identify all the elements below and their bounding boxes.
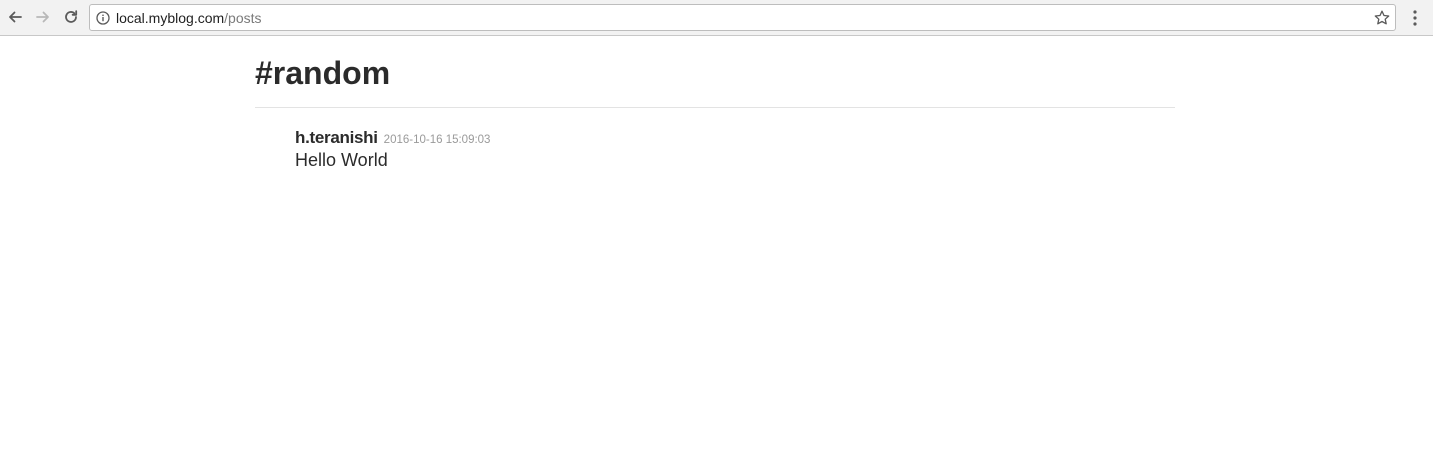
- reload-button[interactable]: [60, 6, 82, 28]
- info-icon[interactable]: [96, 11, 110, 25]
- forward-button[interactable]: [32, 6, 54, 28]
- back-arrow-icon: [9, 11, 22, 23]
- back-button[interactable]: [4, 6, 26, 28]
- post-author[interactable]: h.teranishi: [295, 128, 378, 148]
- address-bar[interactable]: local.myblog.com/posts: [89, 4, 1396, 31]
- browser-toolbar: local.myblog.com/posts: [0, 0, 1433, 36]
- browser-menu-button[interactable]: [1406, 7, 1424, 29]
- url-text[interactable]: local.myblog.com/posts: [116, 10, 262, 26]
- post-timestamp: 2016-10-16 15:09:03: [383, 134, 491, 146]
- url-path: /posts: [224, 10, 262, 26]
- url-host: local.myblog.com: [116, 10, 225, 26]
- star-icon[interactable]: [1373, 9, 1391, 27]
- post-meta: h.teranishi 2016-10-16 15:09:03: [295, 128, 1175, 148]
- post-body: Hello World: [295, 150, 388, 170]
- reload-icon: [65, 10, 78, 23]
- post-item: h.teranishi 2016-10-16 15:09:03 Hello Wo…: [295, 128, 1175, 171]
- channel-title: #random: [255, 55, 391, 91]
- title-divider: [255, 107, 1175, 108]
- forward-arrow-icon: [36, 11, 49, 23]
- vertical-ellipsis-icon: [1413, 10, 1417, 26]
- main-content: #random h.teranishi 2016-10-16 15:09:03 …: [255, 37, 1175, 171]
